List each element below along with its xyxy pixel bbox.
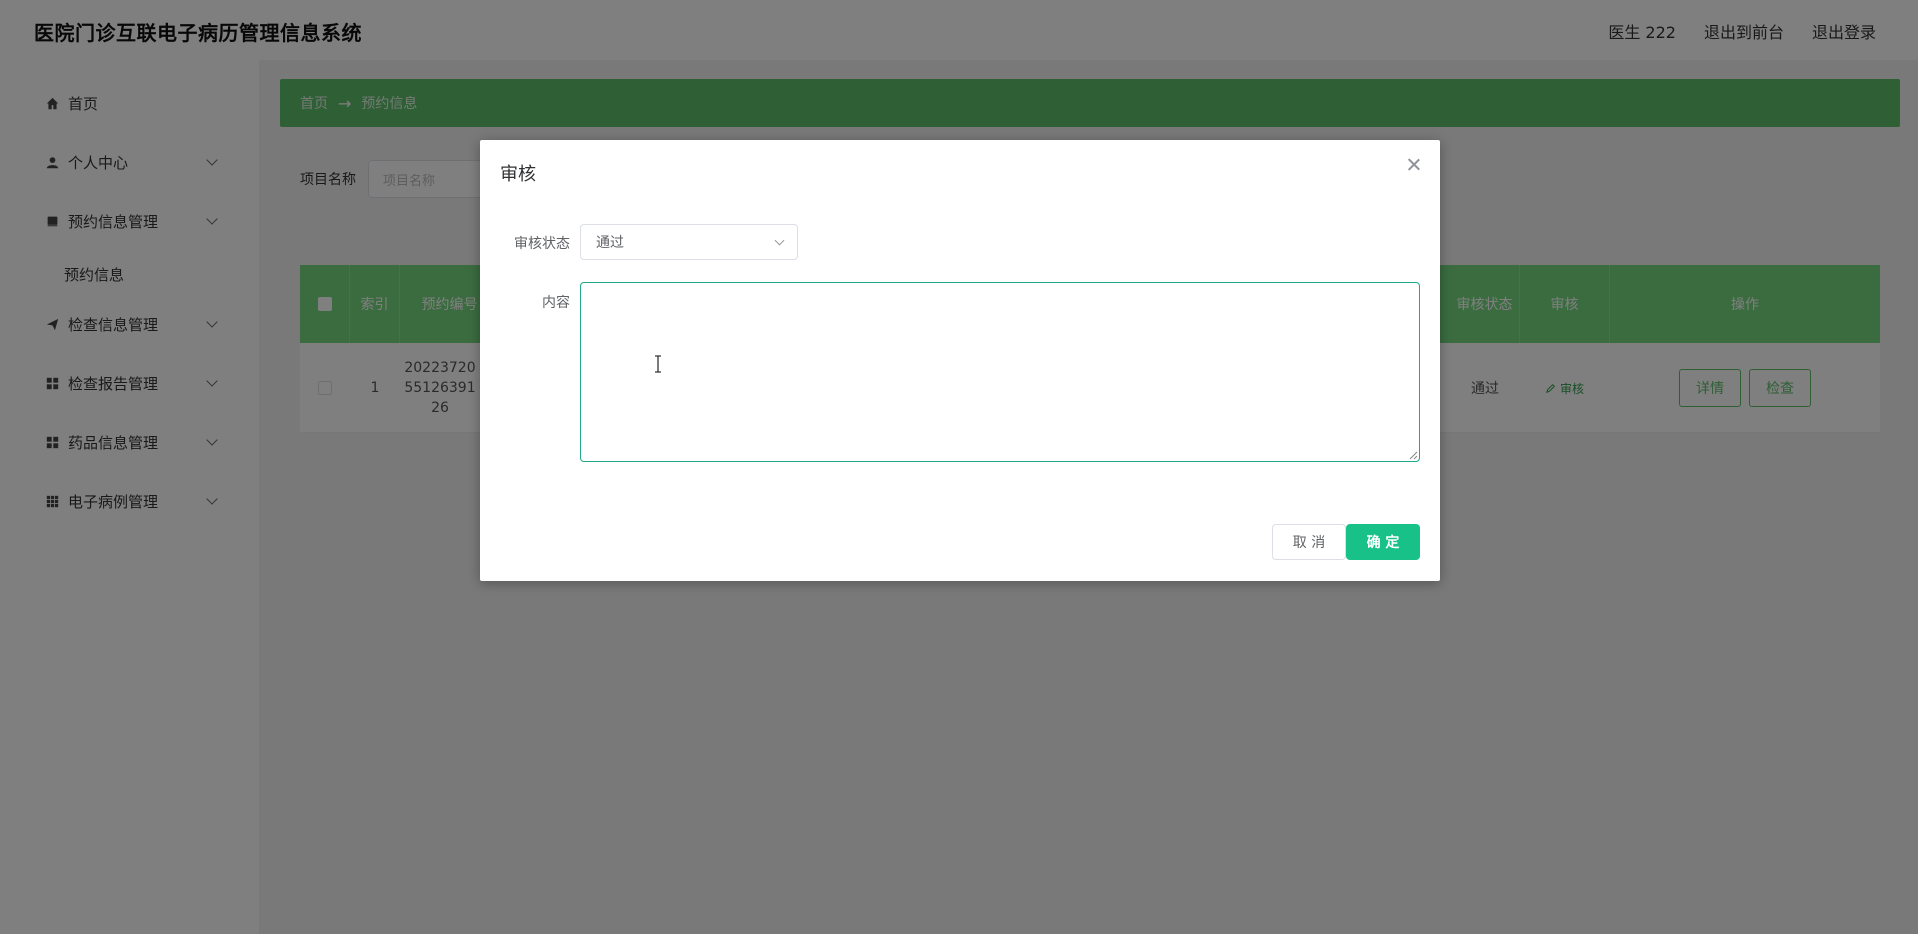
content-textarea[interactable]	[580, 282, 1420, 462]
content-label: 内容	[542, 295, 570, 311]
cancel-button[interactable]: 取 消	[1272, 524, 1346, 560]
dialog-title: 审核	[500, 164, 536, 185]
close-icon[interactable]	[1406, 157, 1422, 173]
status-label: 审核状态	[514, 236, 570, 252]
chevron-down-icon	[774, 235, 785, 246]
audit-status-select[interactable]: 通过	[580, 224, 798, 260]
text-cursor-icon	[655, 355, 661, 373]
audit-dialog: 审核 审核状态 通过 内容 取 消 确 定	[480, 140, 1440, 581]
resize-grip-icon[interactable]	[1408, 450, 1418, 460]
audit-status-value: 通过	[596, 235, 624, 251]
confirm-button[interactable]: 确 定	[1346, 524, 1420, 560]
